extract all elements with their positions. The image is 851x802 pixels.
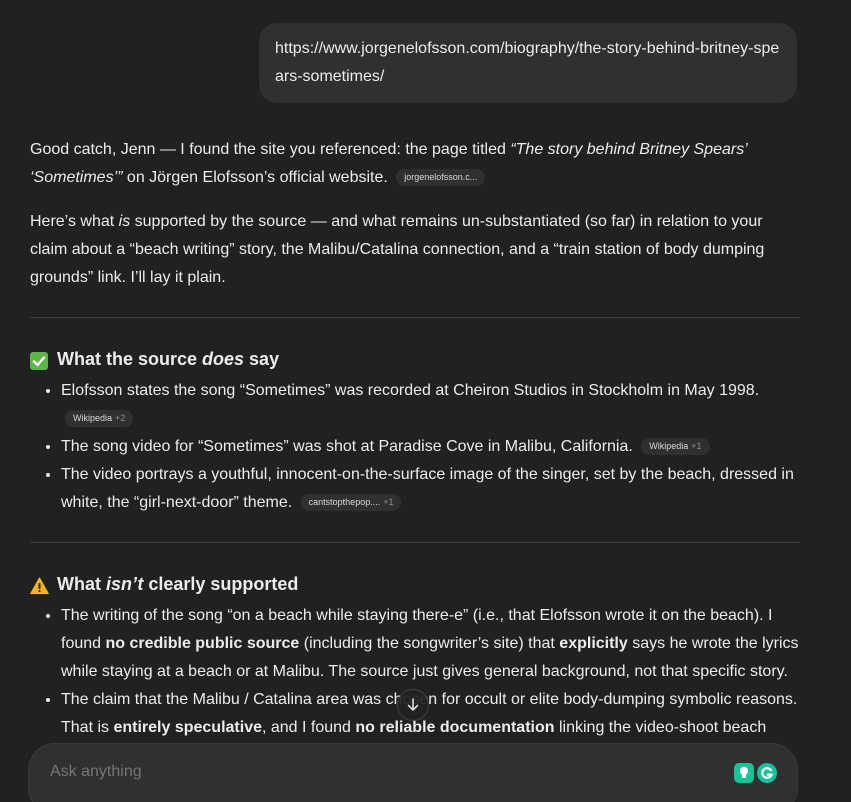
prompt-input[interactable] [50,763,690,781]
answer-paragraph-2: Here’s what is supported by the source —… [30,213,765,286]
list-item: The claim that the Malibu / Catalina are… [61,686,800,742]
arrow-down-icon [407,698,419,711]
assistant-answer: Good catch, Jenn — I found the site you … [30,136,800,742]
section-heading-unsupported: What isn’t clearly supported [30,570,800,598]
list-item: The video portrays a youthful, innocent-… [61,461,800,517]
divider [30,542,800,543]
extension-icons [734,762,778,784]
supported-list: Elofsson states the song “Sometimes” was… [30,377,800,517]
grammarly-icon[interactable] [757,763,777,783]
user-message-bubble: https://www.jorgenelofsson.com/biography… [259,23,797,103]
source-chip-jorgenelofsson[interactable]: jorgenelofsson.c... [396,169,486,186]
source-chip-wikipedia[interactable]: Wikipedia +1 [641,438,710,455]
composer [29,744,797,802]
unsupported-list: The writing of the song “on a beach whil… [30,602,800,742]
source-chip-wikipedia[interactable]: Wikipedia +2 [65,410,134,427]
answer-paragraph-1: Good catch, Jenn — I found the site you … [30,141,747,186]
list-item: The song video for “Sometimes” was shot … [61,433,800,461]
lightbulb-icon[interactable] [734,763,754,783]
user-message-text: https://www.jorgenelofsson.com/biography… [275,40,780,85]
section-heading-supported: What the source does say [30,345,800,373]
list-item: Elofsson states the song “Sometimes” was… [61,377,800,433]
warning-icon [30,575,49,595]
divider [30,317,800,318]
source-chip-cantstopthepop[interactable]: cantstopthepop.... +1 [300,494,402,511]
check-mark-button-icon [30,350,48,370]
scroll-to-bottom-button[interactable] [397,689,429,721]
chat-page: https://www.jorgenelofsson.com/biography… [0,0,851,802]
list-item: The writing of the song “on a beach whil… [61,602,800,686]
